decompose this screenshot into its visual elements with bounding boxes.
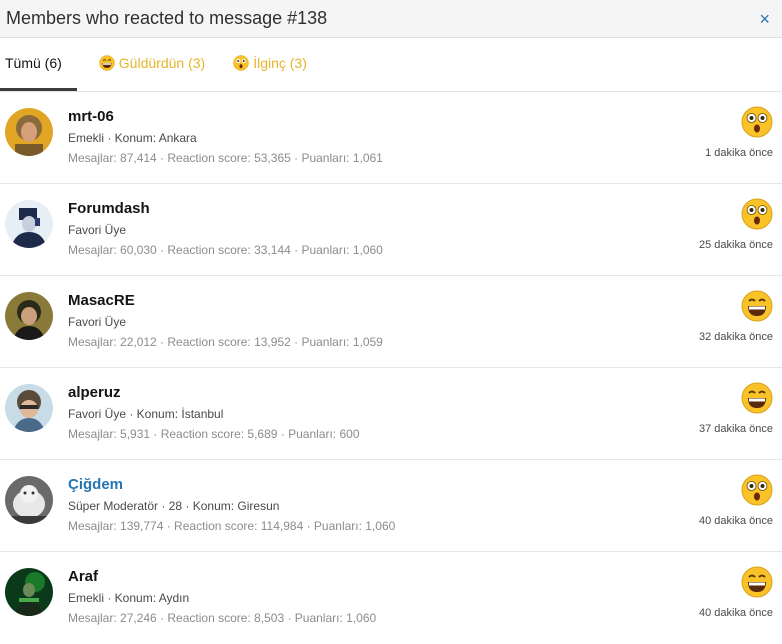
member-details: Favori Üye · Konum: İstanbul bbox=[68, 407, 224, 421]
member-details: Süper Moderatör · 28 · Konum: Giresun bbox=[68, 499, 280, 513]
member-stats: Mesajlar: 27,246 · Reaction score: 8,503… bbox=[68, 611, 377, 625]
member-row: Forumdash Favori Üye Mesajlar: 60,030 · … bbox=[0, 184, 782, 276]
member-stats: Mesajlar: 5,931 · Reaction score: 5,689 … bbox=[68, 427, 360, 441]
reaction-time: 40 dakika önce bbox=[699, 607, 773, 619]
avatar[interactable] bbox=[5, 568, 53, 616]
member-stats: Mesajlar: 60,030 · Reaction score: 33,14… bbox=[68, 243, 383, 257]
laugh-emoji-icon bbox=[99, 55, 115, 71]
member-row: alperuz Favori Üye · Konum: İstanbul Mes… bbox=[0, 368, 782, 460]
reaction-time: 37 dakika önce bbox=[699, 423, 773, 435]
member-stats: Mesajlar: 139,774 · Reaction score: 114,… bbox=[68, 519, 396, 533]
member-info: MasacRE Favori Üye Mesajlar: 22,012 · Re… bbox=[68, 291, 662, 350]
member-row: MasacRE Favori Üye Mesajlar: 22,012 · Re… bbox=[0, 276, 782, 368]
avatar[interactable] bbox=[5, 108, 53, 156]
laugh-emoji-icon bbox=[741, 566, 773, 603]
tab-wow-label: İlginç (3) bbox=[253, 55, 307, 71]
wow-emoji-icon bbox=[741, 474, 773, 511]
tab-all[interactable]: Tümü (6) bbox=[0, 38, 77, 91]
laugh-emoji-icon bbox=[741, 382, 773, 419]
reaction-info: 40 dakika önce bbox=[699, 474, 773, 527]
member-name[interactable]: Araf bbox=[68, 567, 662, 587]
tab-laugh-label: Güldürdün (3) bbox=[118, 55, 206, 71]
reaction-info: 25 dakika önce bbox=[699, 198, 773, 251]
member-stats: Mesajlar: 87,414 · Reaction score: 53,36… bbox=[68, 151, 383, 165]
member-details: Favori Üye bbox=[68, 315, 127, 329]
reaction-info: 37 dakika önce bbox=[699, 382, 773, 435]
member-stats: Mesajlar: 22,012 · Reaction score: 13,95… bbox=[68, 335, 383, 349]
reaction-info: 1 dakika önce bbox=[705, 106, 773, 159]
wow-emoji-icon bbox=[741, 198, 773, 235]
avatar[interactable] bbox=[5, 200, 53, 248]
member-row: Çiğdem Süper Moderatör · 28 · Konum: Gir… bbox=[0, 460, 782, 552]
member-info: Forumdash Favori Üye Mesajlar: 60,030 · … bbox=[68, 199, 662, 258]
member-details: Favori Üye bbox=[68, 223, 127, 237]
member-info: Araf Emekli · Konum: Aydın Mesajlar: 27,… bbox=[68, 567, 662, 626]
reaction-info: 32 dakika önce bbox=[699, 290, 773, 343]
laugh-emoji-icon bbox=[741, 290, 773, 327]
member-name[interactable]: alperuz bbox=[68, 383, 662, 403]
member-details: Emekli · Konum: Ankara bbox=[68, 131, 197, 145]
member-info: alperuz Favori Üye · Konum: İstanbul Mes… bbox=[68, 383, 662, 442]
reaction-tabs: Tümü (6) Güldürdün (3) İlginç (3) bbox=[0, 38, 782, 92]
member-info: Çiğdem Süper Moderatör · 28 · Konum: Gir… bbox=[68, 475, 662, 534]
avatar[interactable] bbox=[5, 476, 53, 524]
reaction-info: 40 dakika önce bbox=[699, 566, 773, 619]
wow-emoji-icon bbox=[741, 106, 773, 143]
tab-wow[interactable]: İlginç (3) bbox=[227, 38, 313, 91]
tab-laugh[interactable]: Güldürdün (3) bbox=[93, 38, 211, 91]
avatar[interactable] bbox=[5, 292, 53, 340]
member-name[interactable]: mrt-06 bbox=[68, 107, 662, 127]
reaction-time: 25 dakika önce bbox=[699, 239, 773, 251]
member-row: mrt-06 Emekli · Konum: Ankara Mesajlar: … bbox=[0, 92, 782, 184]
reaction-time: 1 dakika önce bbox=[705, 147, 773, 159]
avatar[interactable] bbox=[5, 384, 53, 432]
close-icon[interactable]: × bbox=[759, 10, 770, 28]
reaction-time: 32 dakika önce bbox=[699, 331, 773, 343]
member-name[interactable]: MasacRE bbox=[68, 291, 662, 311]
member-info: mrt-06 Emekli · Konum: Ankara Mesajlar: … bbox=[68, 107, 662, 166]
reaction-time: 40 dakika önce bbox=[699, 515, 773, 527]
member-name[interactable]: Çiğdem bbox=[68, 475, 662, 495]
member-details: Emekli · Konum: Aydın bbox=[68, 591, 190, 605]
member-row: Araf Emekli · Konum: Aydın Mesajlar: 27,… bbox=[0, 552, 782, 644]
dialog-header: Members who reacted to message #138 × bbox=[0, 0, 782, 38]
member-list: mrt-06 Emekli · Konum: Ankara Mesajlar: … bbox=[0, 92, 782, 644]
wow-emoji-icon bbox=[233, 55, 249, 71]
dialog-title: Members who reacted to message #138 bbox=[6, 8, 328, 28]
tab-all-label: Tümü (6) bbox=[5, 55, 62, 71]
member-name[interactable]: Forumdash bbox=[68, 199, 662, 219]
